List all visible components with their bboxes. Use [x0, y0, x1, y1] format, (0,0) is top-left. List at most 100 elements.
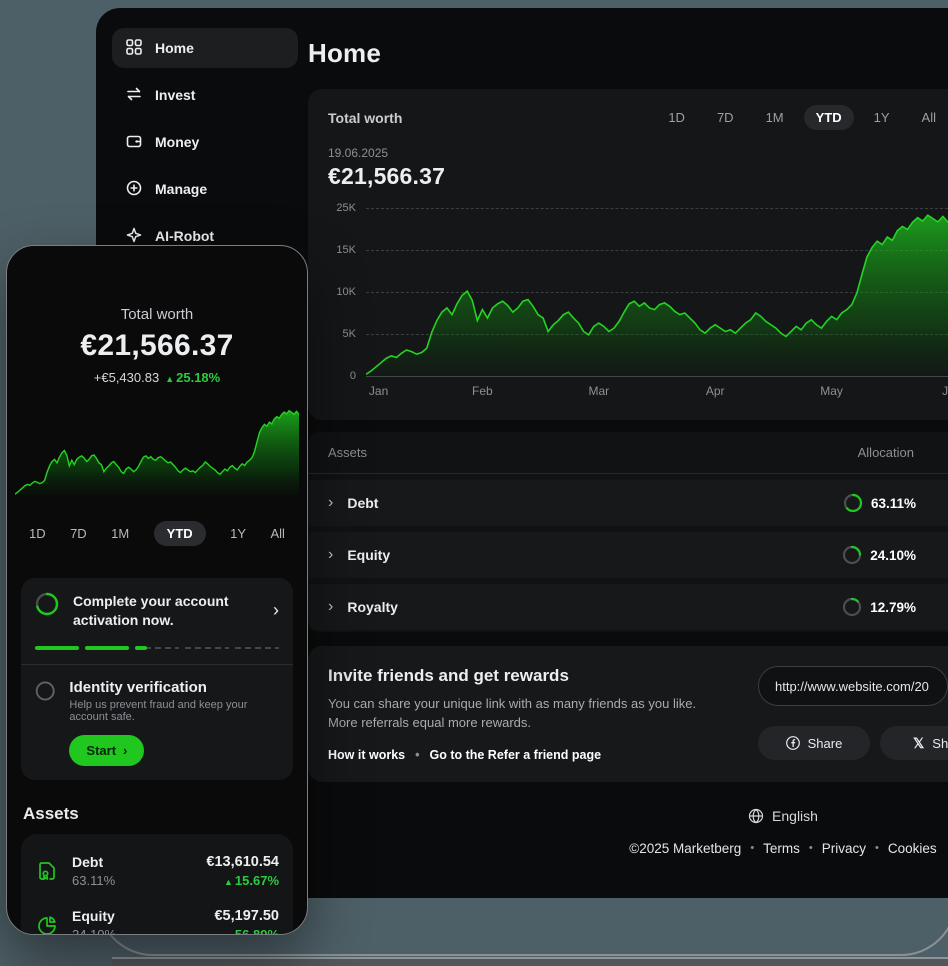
main-content: Home Total worth 1D 7D 1M YTD 1Y All 19.… [308, 8, 948, 898]
account-activation-card: Complete your account activation now. › … [21, 578, 293, 780]
activation-message: Complete your account activation now. [73, 592, 259, 630]
mobile-delta-value: +€5,430.83 [94, 370, 159, 385]
assets-table: Assets Allocation › Debt 63.11% [308, 432, 948, 632]
allocation-donut [842, 597, 862, 617]
invite-body-line2: More referrals equal more rewards. [328, 715, 531, 730]
step-circle-icon [35, 679, 55, 703]
y-tick: 5K [343, 328, 356, 340]
tab-1d[interactable]: 1D [656, 105, 697, 130]
copyright: ©2025 Marketberg [629, 841, 741, 856]
table-row-royalty[interactable]: › Royalty 12.79% [308, 584, 948, 630]
invite-body-line1: You can share your unique link with as m… [328, 696, 696, 711]
tab-1m[interactable]: 1M [111, 521, 129, 546]
y-tick: 10K [336, 286, 356, 298]
sidebar-item-label: Manage [155, 181, 207, 197]
total-worth-value: €21,566.37 [328, 163, 948, 190]
mobile-area-chart[interactable] [15, 407, 299, 495]
bottom-band [112, 957, 948, 966]
table-row-debt[interactable]: › Debt 63.11% [308, 480, 948, 526]
page-title: Home [308, 38, 948, 69]
x-twitter-icon: 𝕏 [913, 735, 924, 752]
share-x-button[interactable]: 𝕏 Share [880, 726, 948, 760]
allocation-value: 63.11% [871, 496, 916, 511]
list-item-equity[interactable]: Equity 24.10% €5,197.50 ▲56.89% [35, 898, 279, 935]
tab-1d[interactable]: 1D [29, 521, 46, 546]
cookies-link[interactable]: Cookies [888, 841, 937, 856]
grid-icon [125, 38, 143, 59]
identity-verification-title: Identity verification [69, 679, 279, 696]
tab-ytd[interactable]: YTD [154, 521, 206, 546]
mobile-app-mockup: Total worth €21,566.37 +€5,430.83 ▲ 25.18… [6, 245, 308, 935]
asset-allocation: 24.10% [72, 927, 116, 935]
table-row-equity[interactable]: › Equity 24.10% [308, 532, 948, 578]
sidebar-item-label: Money [155, 134, 199, 150]
how-it-works-link[interactable]: How it works [328, 748, 405, 762]
tab-1m[interactable]: 1M [754, 105, 796, 130]
mobile-delta-pct: 25.18% [176, 370, 220, 385]
wallet-icon [125, 132, 143, 153]
x-tick: Jan [369, 384, 388, 398]
referral-link-input[interactable] [758, 666, 948, 706]
certificate-icon [35, 859, 59, 883]
allocation-donut [842, 545, 862, 565]
y-tick: 0 [350, 370, 356, 382]
sidebar-item-manage[interactable]: Manage [112, 169, 298, 209]
sparkle-icon [125, 226, 143, 247]
privacy-link[interactable]: Privacy [822, 841, 866, 856]
mobile-total-worth-value: €21,566.37 [15, 329, 299, 363]
assets-column-header: Assets [328, 445, 367, 460]
sidebar-item-money[interactable]: Money [112, 122, 298, 162]
asset-name: Equity [347, 547, 390, 563]
card-title: Total worth [328, 110, 402, 126]
start-verification-button[interactable]: Start › [69, 735, 144, 766]
pie-chart-icon [35, 913, 59, 935]
share-facebook-button[interactable]: Share [758, 726, 870, 760]
tab-all[interactable]: All [270, 521, 284, 546]
tab-7d[interactable]: 7D [705, 105, 746, 130]
x-tick: May [820, 384, 843, 398]
mobile-total-worth-label: Total worth [15, 306, 299, 323]
time-range-tabs: 1D 7D 1M YTD 1Y All [656, 105, 948, 130]
language-label: English [772, 808, 818, 824]
dot-separator: • [875, 842, 879, 854]
chevron-right-icon: › [328, 547, 333, 563]
up-triangle-icon: ▲ [224, 877, 233, 887]
x-tick: Apr [706, 384, 725, 398]
y-axis: 25K 15K 10K 5K 0 [328, 208, 366, 376]
x-tick: Mar [588, 384, 609, 398]
mobile-time-range-tabs: 1D 7D 1M YTD 1Y All [15, 521, 299, 546]
tab-1y[interactable]: 1Y [862, 105, 902, 130]
facebook-icon [786, 736, 800, 750]
invite-title: Invite friends and get rewards [328, 666, 696, 686]
terms-link[interactable]: Terms [763, 841, 800, 856]
globe-icon [748, 808, 764, 824]
chevron-right-icon[interactable]: › [273, 600, 279, 621]
x-axis: Jan Feb Mar Apr May Jun [366, 384, 948, 406]
chevron-right-icon: › [328, 599, 333, 615]
activation-step-progress [35, 646, 279, 650]
tab-1y[interactable]: 1Y [230, 521, 246, 546]
asset-allocation: 63.11% [72, 873, 115, 888]
asset-change: 56.89% [235, 927, 279, 935]
y-tick: 25K [336, 202, 356, 214]
sidebar-item-label: Home [155, 40, 194, 56]
language-selector[interactable]: English [308, 808, 948, 824]
sidebar-item-invest[interactable]: Invest [112, 75, 298, 115]
list-item-debt[interactable]: Debt 63.11% €13,610.54 ▲15.67% [35, 844, 279, 898]
allocation-value: 24.10% [870, 548, 916, 563]
up-triangle-icon: ▲ [224, 931, 233, 935]
refer-friend-link[interactable]: Go to the Refer a friend page [429, 748, 601, 762]
portfolio-area-chart[interactable] [366, 208, 948, 376]
bullet-separator: • [415, 748, 419, 762]
divider [21, 664, 293, 665]
tab-7d[interactable]: 7D [70, 521, 87, 546]
sidebar-item-home[interactable]: Home [112, 28, 298, 68]
mobile-assets-card: Debt 63.11% €13,610.54 ▲15.67% Equity 24… [21, 834, 293, 935]
share-label: Share [808, 736, 843, 751]
y-tick: 15K [336, 244, 356, 256]
share-label: Share [932, 736, 948, 751]
chart-date: 19.06.2025 [328, 146, 948, 160]
tab-all[interactable]: All [910, 105, 948, 130]
mobile-assets-heading: Assets [23, 804, 291, 824]
tab-ytd[interactable]: YTD [804, 105, 854, 130]
